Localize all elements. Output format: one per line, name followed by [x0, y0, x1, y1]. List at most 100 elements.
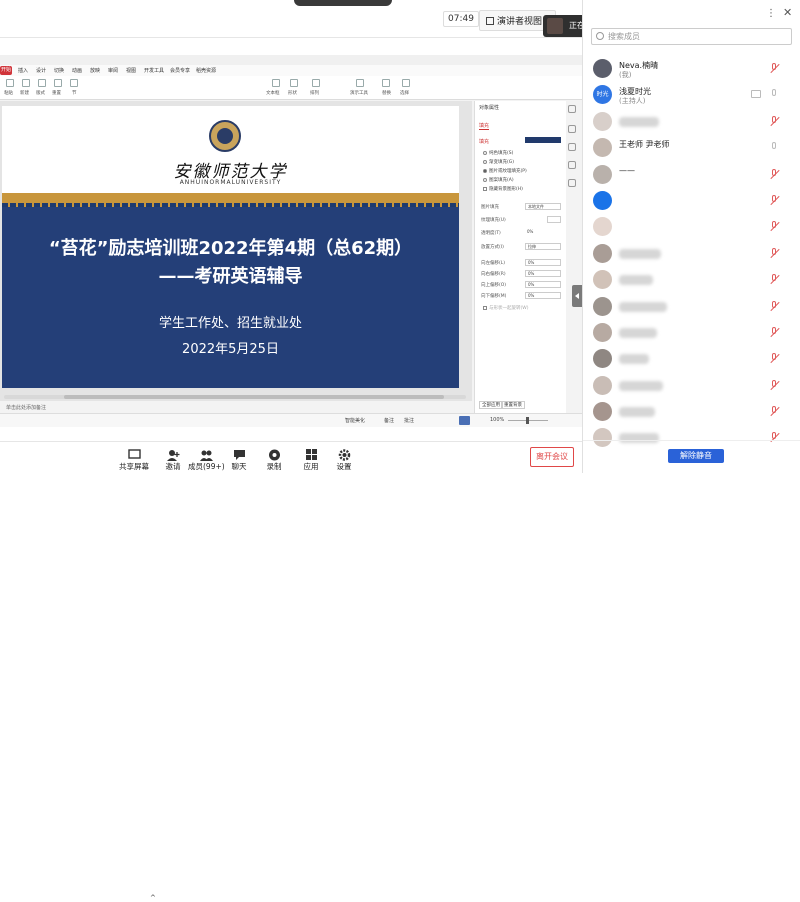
- participant-row[interactable]: Neva.楠晴 (我): [583, 56, 800, 82]
- history-side-icon[interactable]: [568, 161, 576, 169]
- apply-all-button[interactable]: 全部应用: [479, 401, 503, 409]
- microphone-muted-icon[interactable]: [769, 300, 780, 313]
- members-button[interactable]: 成员(99+): [188, 446, 225, 474]
- select-side-icon[interactable]: [568, 125, 576, 133]
- option-solid-fill[interactable]: 纯色填充(S): [483, 150, 513, 156]
- field-picture[interactable]: 本地文件: [525, 203, 561, 210]
- microphone-muted-icon[interactable]: [769, 168, 780, 181]
- microphone-muted-icon[interactable]: [769, 379, 780, 392]
- menu-start[interactable]: 开始: [0, 66, 12, 75]
- reset-icon[interactable]: [54, 79, 62, 87]
- close-icon[interactable]: ✕: [783, 6, 792, 19]
- zoom-slider-knob[interactable]: [526, 417, 529, 424]
- new-slide-icon[interactable]: [22, 79, 30, 87]
- menu-member[interactable]: 会员专享: [170, 67, 190, 74]
- microphone-muted-icon[interactable]: [769, 115, 780, 128]
- menu-docer[interactable]: 稻壳资源: [196, 67, 216, 74]
- participant-row[interactable]: [583, 241, 800, 267]
- menu-slideshow[interactable]: 放映: [90, 67, 100, 74]
- record-button[interactable]: 录制: [256, 446, 292, 474]
- microphone-muted-icon[interactable]: [769, 247, 780, 260]
- notes-button[interactable]: 备注: [384, 417, 394, 424]
- reset-background-button[interactable]: 重置背景: [501, 401, 525, 409]
- presentation-tools-icon[interactable]: [356, 79, 364, 87]
- unmute-all-button[interactable]: 解除静音: [668, 449, 724, 463]
- field-offset-left[interactable]: 0%: [525, 259, 561, 266]
- chat-button[interactable]: 聊天: [221, 446, 257, 474]
- participant-row[interactable]: [583, 399, 800, 425]
- participant-row[interactable]: [583, 294, 800, 320]
- slide[interactable]: 安徽师范大学 ANHUINORMALUNIVERSITY “苔花”励志培训班20…: [2, 106, 459, 388]
- chevron-up-icon[interactable]: ^: [150, 894, 156, 902]
- comments-button[interactable]: 批注: [404, 417, 414, 424]
- menu-review[interactable]: 审阅: [108, 67, 118, 74]
- select-icon[interactable]: [402, 79, 410, 87]
- notes-placeholder[interactable]: 单击此处添加备注: [6, 404, 46, 411]
- participant-row[interactable]: [583, 373, 800, 399]
- participant-row[interactable]: [583, 188, 800, 214]
- participant-row[interactable]: ——: [583, 162, 800, 188]
- option-picture-fill[interactable]: 图片或纹理填充(P): [483, 168, 527, 174]
- smart-beautify-button[interactable]: 智能美化: [345, 417, 365, 424]
- participant-row[interactable]: [583, 214, 800, 240]
- menu-developer[interactable]: 开发工具: [144, 67, 164, 74]
- field-placement[interactable]: 拉伸: [525, 243, 561, 250]
- paste-icon[interactable]: [6, 79, 14, 87]
- microphone-muted-icon[interactable]: [769, 274, 780, 286]
- option-rotate-with-shape[interactable]: 与形状一起旋转(W): [483, 305, 528, 311]
- replace-icon[interactable]: [382, 79, 390, 87]
- menu-view[interactable]: 视图: [126, 67, 136, 74]
- play-slideshow-button[interactable]: [459, 416, 470, 425]
- field-offset-bottom[interactable]: 0%: [525, 292, 561, 299]
- camera-icon[interactable]: [751, 90, 761, 99]
- participant-row[interactable]: [583, 346, 800, 372]
- microphone-icon[interactable]: [769, 142, 779, 154]
- microphone-muted-icon[interactable]: [769, 194, 780, 207]
- microphone-muted-icon[interactable]: [769, 63, 780, 75]
- invite-button[interactable]: 邀请: [155, 446, 191, 474]
- participant-row[interactable]: [583, 109, 800, 135]
- menu-design[interactable]: 设计: [36, 67, 46, 74]
- menu-transition[interactable]: 切换: [54, 67, 64, 74]
- field-offset-top[interactable]: 0%: [525, 281, 561, 288]
- menu-animation[interactable]: 动画: [72, 67, 82, 74]
- shape-icon[interactable]: [290, 79, 298, 87]
- animation-side-icon[interactable]: [568, 143, 576, 151]
- participant-row[interactable]: [583, 425, 800, 451]
- pane-section-fill[interactable]: 填充: [479, 138, 489, 145]
- microphone-icon[interactable]: [769, 89, 779, 101]
- microphone-muted-icon[interactable]: [769, 353, 780, 365]
- properties-side-icon[interactable]: [568, 105, 576, 113]
- settings-button[interactable]: 设置: [326, 446, 362, 474]
- participant-row[interactable]: [583, 267, 800, 293]
- sharing-indicator[interactable]: [294, 0, 392, 6]
- horizontal-scrollbar[interactable]: [4, 395, 466, 399]
- member-search-input[interactable]: 搜索成员: [591, 28, 792, 45]
- share-screen-button[interactable]: 共享屏幕: [116, 446, 152, 474]
- pane-tab-fill[interactable]: 填充: [479, 122, 490, 130]
- participant-row[interactable]: 王老师 尹老师: [583, 135, 800, 161]
- option-gradient-fill[interactable]: 渐变填充(G): [483, 159, 514, 165]
- microphone-muted-icon[interactable]: [769, 326, 780, 339]
- participant-row[interactable]: [583, 320, 800, 346]
- option-pattern-fill[interactable]: 图案填充(A): [483, 177, 514, 183]
- textbox-icon[interactable]: [272, 79, 280, 87]
- more-options-icon[interactable]: ⋮: [766, 8, 776, 19]
- leave-meeting-button[interactable]: 离开会议: [530, 447, 574, 467]
- arrange-icon[interactable]: [312, 79, 320, 87]
- help-side-icon[interactable]: [568, 179, 576, 187]
- option-hide-bg[interactable]: 隐藏背景图形(H): [483, 186, 523, 192]
- microphone-muted-icon[interactable]: [769, 221, 780, 233]
- collapse-panel-tab[interactable]: [572, 285, 582, 307]
- section-icon[interactable]: [70, 79, 78, 87]
- layout-icon[interactable]: [38, 79, 46, 87]
- microphone-muted-icon[interactable]: [769, 432, 780, 444]
- field-texture[interactable]: [547, 216, 561, 223]
- field-transparency[interactable]: 0%: [525, 229, 561, 236]
- field-offset-right[interactable]: 0%: [525, 270, 561, 277]
- fill-color-swatch[interactable]: [525, 137, 561, 143]
- participant-row[interactable]: 时光 浅夏时光 (主持人): [583, 82, 800, 108]
- microphone-muted-icon[interactable]: [769, 406, 780, 418]
- apps-button[interactable]: 应用: [293, 446, 329, 474]
- menu-insert[interactable]: 插入: [18, 67, 28, 74]
